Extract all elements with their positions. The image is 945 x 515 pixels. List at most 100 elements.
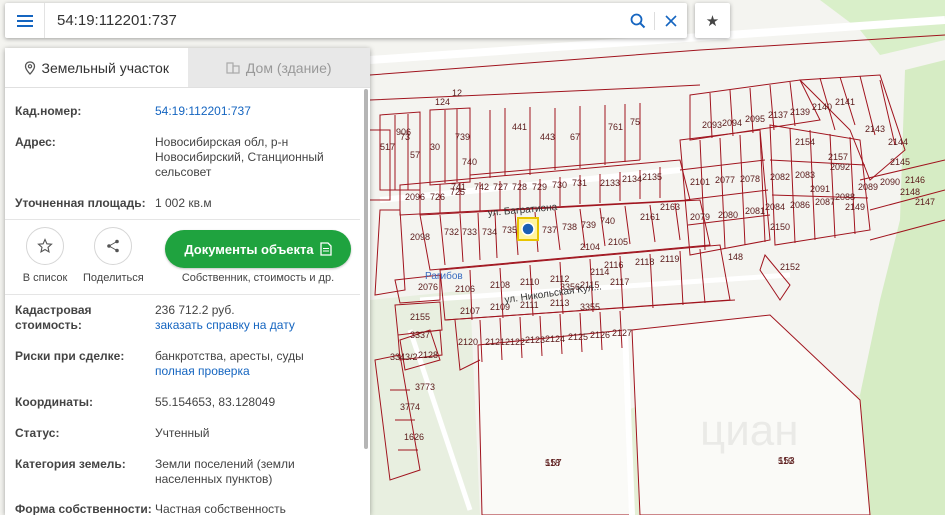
- scrollbar-thumb[interactable]: [364, 89, 368, 449]
- parcel-number-label[interactable]: 726: [430, 192, 445, 202]
- parcel-number-label[interactable]: 2149: [845, 202, 865, 212]
- parcel-number-label[interactable]: 1626: [404, 432, 424, 442]
- full-check-link[interactable]: полная проверка: [155, 364, 355, 379]
- parcel-number-label[interactable]: 2080: [718, 210, 738, 220]
- parcel-number-label[interactable]: 124: [435, 97, 450, 107]
- parcel-number-label[interactable]: 2133: [600, 178, 620, 188]
- parcel-number-label[interactable]: 2137: [768, 110, 788, 120]
- parcel-number-label[interactable]: 2083: [795, 170, 815, 180]
- parcel-number-label[interactable]: 761: [608, 122, 623, 132]
- parcel-number-label[interactable]: 740: [462, 157, 477, 167]
- parcel-number-label[interactable]: 738: [562, 222, 577, 232]
- parcel-number-label[interactable]: 733: [462, 227, 477, 237]
- parcel-number-label[interactable]: 2157: [828, 152, 848, 162]
- parcel-number-label[interactable]: 739: [455, 132, 470, 142]
- parcel-number-label[interactable]: 2140: [812, 102, 832, 112]
- parcel-number-label[interactable]: 2081: [745, 206, 765, 216]
- parcel-number-label[interactable]: 2117: [610, 277, 629, 287]
- parcel-number-label[interactable]: 2082: [770, 172, 790, 182]
- parcel-number-label[interactable]: 2078: [740, 174, 760, 184]
- parcel-number-label[interactable]: 2106: [455, 284, 475, 294]
- parcel-number-label[interactable]: 2093: [702, 120, 722, 130]
- parcel-number-label[interactable]: 3343/2: [390, 352, 418, 362]
- parcel-number-label[interactable]: 2148: [900, 187, 920, 197]
- parcel-number-label[interactable]: 2139: [790, 107, 810, 117]
- search-button[interactable]: [622, 4, 654, 37]
- parcel-number-label[interactable]: 3773: [415, 382, 435, 392]
- parcel-number-label[interactable]: 2095: [745, 114, 765, 124]
- order-certificate-link[interactable]: заказать справку на дату: [155, 318, 355, 333]
- parcel-number-label[interactable]: 2161: [640, 212, 660, 222]
- parcel-number-label[interactable]: 2086: [790, 200, 810, 210]
- parcel-number-label[interactable]: 2091: [810, 184, 830, 194]
- parcel-number-label[interactable]: 2126: [590, 330, 610, 340]
- parcel-number-label[interactable]: 735: [502, 225, 517, 235]
- parcel-number-label[interactable]: 2116: [604, 260, 623, 270]
- parcel-number-label[interactable]: 2105: [608, 237, 628, 247]
- parcel-number-label[interactable]: 2120: [458, 337, 478, 347]
- parcel-number-label[interactable]: 2135: [642, 172, 662, 182]
- share-button[interactable]: Поделиться: [83, 227, 144, 284]
- parcel-number-label[interactable]: 30: [430, 142, 440, 152]
- parcel-number-label[interactable]: 57: [410, 150, 420, 160]
- parcel-number-label[interactable]: 2128: [418, 350, 438, 360]
- clear-button[interactable]: [655, 4, 687, 37]
- add-to-list-button[interactable]: В список: [15, 227, 75, 284]
- parcel-number-label[interactable]: 441: [512, 122, 527, 132]
- parcel-number-label[interactable]: 725: [450, 187, 465, 197]
- parcel-number-label[interactable]: 2123: [525, 335, 545, 345]
- parcel-number-label[interactable]: 2121: [485, 337, 505, 347]
- parcel-number-label[interactable]: 2092: [830, 162, 850, 172]
- parcel-number-label[interactable]: 2118: [635, 257, 654, 267]
- favorite-button[interactable]: ★: [695, 3, 730, 38]
- parcel-number-label[interactable]: 2155: [410, 312, 430, 322]
- panel-scrollbar[interactable]: [363, 89, 369, 515]
- parcel-number-label[interactable]: 2127: [612, 328, 632, 338]
- parcel-number-label[interactable]: 2143: [865, 124, 885, 134]
- parcel-number-label[interactable]: 729: [532, 182, 547, 192]
- location-marker-icon[interactable]: [521, 222, 535, 236]
- parcel-number-label[interactable]: 67: [570, 132, 580, 142]
- parcel-number-label[interactable]: 2145: [890, 157, 910, 167]
- parcel-number-label[interactable]: 728: [512, 182, 527, 192]
- parcel-number-label[interactable]: 2150: [770, 222, 790, 232]
- parcel-number-label[interactable]: 2098: [410, 232, 430, 242]
- parcel-number-label[interactable]: 742: [474, 182, 489, 192]
- parcel-number-label[interactable]: 740: [600, 216, 615, 226]
- parcel-number-label[interactable]: 517: [380, 142, 395, 152]
- parcel-number-label[interactable]: 732: [444, 227, 459, 237]
- parcel-number-label[interactable]: 2077: [715, 175, 735, 185]
- parcel-number-label[interactable]: 2163: [660, 202, 680, 212]
- parcel-number-label[interactable]: 2154: [795, 137, 815, 147]
- parcel-number-label[interactable]: 2096: [405, 192, 425, 202]
- parcel-number-label[interactable]: 2152: [780, 262, 800, 272]
- object-documents-button[interactable]: Документы объекта: [165, 230, 351, 268]
- parcel-number-label[interactable]: 2079: [690, 212, 710, 222]
- parcel-number-label[interactable]: 2146: [905, 175, 925, 185]
- parcel-number-label[interactable]: 2113: [550, 298, 569, 308]
- parcel-number-label[interactable]: 2147: [915, 197, 935, 207]
- parcel-number-label[interactable]: 2110: [520, 277, 539, 287]
- parcel-number-label[interactable]: 443: [540, 132, 555, 142]
- parcel-number-label[interactable]: 2125: [568, 332, 588, 342]
- parcel-number-label[interactable]: 2119: [660, 254, 679, 264]
- parcel-number-label[interactable]: 2088: [835, 192, 855, 202]
- parcel-number-label[interactable]: 3774: [400, 402, 420, 412]
- parcel-number-label[interactable]: 2144: [888, 137, 908, 147]
- parcel-number-label[interactable]: 2124: [545, 334, 565, 344]
- parcel-number-label[interactable]: 2090: [880, 177, 900, 187]
- parcel-number-label[interactable]: 2089: [858, 182, 878, 192]
- tab-house[interactable]: Дом (здание): [187, 48, 370, 87]
- parcel-number-label[interactable]: 906: [396, 127, 411, 137]
- parcel-number-label[interactable]: 2087: [815, 197, 835, 207]
- parcel-number-label[interactable]: 148: [728, 252, 743, 262]
- parcel-number-label[interactable]: 2108: [490, 280, 510, 290]
- search-input[interactable]: [45, 4, 622, 37]
- tab-land-plot[interactable]: Земельный участок: [5, 48, 188, 87]
- parcel-number-label[interactable]: 727: [493, 182, 508, 192]
- parcel-number-label[interactable]: 737: [542, 225, 557, 235]
- cad-number-link[interactable]: 54:19:112201:737: [155, 104, 251, 118]
- parcel-number-label[interactable]: 2122: [505, 337, 525, 347]
- parcel-number-label[interactable]: 12: [452, 88, 462, 98]
- menu-button[interactable]: [5, 3, 45, 38]
